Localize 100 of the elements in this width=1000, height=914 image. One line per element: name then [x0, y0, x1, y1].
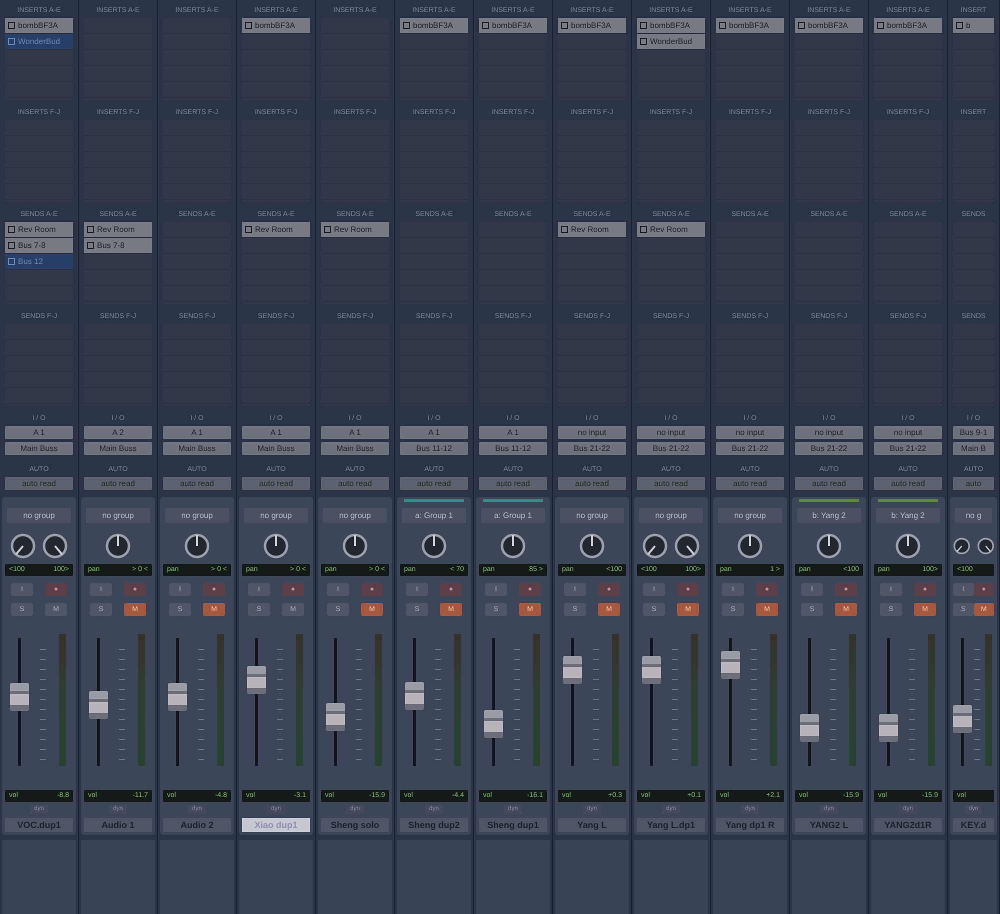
pan-knob-icon[interactable]: [895, 533, 921, 559]
pan-knob-icon[interactable]: [263, 533, 289, 559]
insert-slot[interactable]: bombBF3A: [558, 18, 626, 33]
output-selector[interactable]: Main Buss: [242, 442, 310, 455]
input-selector[interactable]: Bus 9-1: [953, 426, 994, 439]
insert-slot[interactable]: bombBF3A: [716, 18, 784, 33]
group-selector[interactable]: a: Group 1: [402, 508, 466, 523]
fader-handle[interactable]: [562, 656, 582, 684]
insert-slot[interactable]: bombBF3A: [795, 18, 863, 33]
automation-selector[interactable]: auto read: [5, 477, 73, 490]
input-selector[interactable]: A 1: [163, 426, 231, 439]
track-name[interactable]: Yang dp1 R: [716, 818, 784, 832]
output-selector[interactable]: Bus 11-12: [400, 442, 468, 455]
track-name[interactable]: Sheng dup1: [479, 818, 547, 832]
send-slot[interactable]: Rev Room: [558, 222, 626, 237]
output-selector[interactable]: Bus 21-22: [558, 442, 626, 455]
automation-selector[interactable]: auto read: [400, 477, 468, 490]
automation-selector[interactable]: auto: [953, 477, 994, 490]
group-selector[interactable]: no group: [560, 508, 624, 523]
fader-handle[interactable]: [404, 682, 424, 710]
insert-slot[interactable]: bombBF3A: [637, 18, 705, 33]
input-selector[interactable]: A 1: [321, 426, 389, 439]
group-selector[interactable]: b: Yang 2: [797, 508, 861, 523]
send-slot[interactable]: Bus 7-8: [84, 238, 152, 253]
group-selector[interactable]: no group: [7, 508, 71, 523]
automation-selector[interactable]: auto read: [874, 477, 942, 490]
send-slot[interactable]: Bus 7-8: [5, 238, 73, 253]
fader-handle[interactable]: [642, 656, 661, 684]
output-selector[interactable]: Bus 21-22: [795, 442, 863, 455]
fader-handle[interactable]: [246, 666, 266, 694]
pan-knob-icon[interactable]: [105, 533, 131, 559]
output-selector[interactable]: Main Buss: [5, 442, 73, 455]
group-selector[interactable]: b: Yang 2: [876, 508, 940, 523]
insert-slot[interactable]: bombBF3A: [242, 18, 310, 33]
fader-handle[interactable]: [800, 714, 819, 742]
automation-selector[interactable]: auto read: [716, 477, 784, 490]
automation-selector[interactable]: auto read: [84, 477, 152, 490]
track-name[interactable]: Xiao dup1: [242, 818, 310, 832]
input-selector[interactable]: A 1: [242, 426, 310, 439]
automation-selector[interactable]: auto read: [637, 477, 705, 490]
group-selector[interactable]: no group: [323, 508, 387, 523]
output-selector[interactable]: Main Buss: [321, 442, 389, 455]
group-selector[interactable]: no group: [639, 508, 703, 523]
send-slot[interactable]: Rev Room: [637, 222, 705, 237]
automation-selector[interactable]: auto read: [163, 477, 231, 490]
pan-knob-icon[interactable]: [42, 533, 68, 559]
input-selector[interactable]: no input: [874, 426, 942, 439]
send-slot[interactable]: Rev Room: [242, 222, 310, 237]
pan-knob-icon[interactable]: [579, 533, 605, 559]
pan-knob-icon[interactable]: [816, 533, 842, 559]
insert-slot[interactable]: bombBF3A: [874, 18, 942, 33]
output-selector[interactable]: Main B: [953, 442, 994, 455]
send-slot[interactable]: Rev Room: [321, 222, 389, 237]
insert-slot[interactable]: bombBF3A: [5, 18, 73, 33]
output-selector[interactable]: Bus 21-22: [874, 442, 942, 455]
pan-knob-icon[interactable]: [737, 533, 763, 559]
input-selector[interactable]: no input: [558, 426, 626, 439]
track-name[interactable]: Sheng solo: [321, 818, 389, 832]
track-name[interactable]: Sheng dup2: [400, 818, 468, 832]
input-selector[interactable]: no input: [795, 426, 863, 439]
send-slot[interactable]: Rev Room: [5, 222, 73, 237]
fader-handle[interactable]: [484, 710, 503, 738]
fader-handle[interactable]: [326, 703, 345, 732]
pan-knob-icon[interactable]: [642, 533, 668, 559]
track-name[interactable]: Yang L: [558, 818, 626, 832]
insert-slot[interactable]: WonderBud: [637, 34, 705, 49]
group-selector[interactable]: no group: [244, 508, 308, 523]
group-selector[interactable]: a: Group 1: [481, 508, 545, 523]
track-name[interactable]: Audio 2: [163, 818, 231, 832]
track-name[interactable]: YANG2 L: [795, 818, 863, 832]
send-slot[interactable]: Rev Room: [84, 222, 152, 237]
track-name[interactable]: VOC.dup1: [5, 818, 73, 832]
fader-handle[interactable]: [953, 704, 972, 733]
insert-slot[interactable]: bombBF3A: [400, 18, 468, 33]
track-name[interactable]: Yang L.dp1: [637, 818, 705, 832]
input-selector[interactable]: no input: [716, 426, 784, 439]
automation-selector[interactable]: auto read: [479, 477, 547, 490]
fader-handle[interactable]: [88, 690, 108, 719]
insert-slot[interactable]: WonderBud: [5, 34, 73, 49]
automation-selector[interactable]: auto read: [321, 477, 389, 490]
pan-knob-icon[interactable]: [674, 533, 700, 559]
input-selector[interactable]: A 1: [5, 426, 73, 439]
pan-knob-icon[interactable]: [184, 533, 210, 559]
input-selector[interactable]: A 1: [479, 426, 547, 439]
pan-knob-icon[interactable]: [421, 533, 447, 559]
input-selector[interactable]: no input: [637, 426, 705, 439]
fader-handle[interactable]: [168, 682, 187, 711]
output-selector[interactable]: Bus 21-22: [637, 442, 705, 455]
input-selector[interactable]: A 1: [400, 426, 468, 439]
send-slot[interactable]: Bus 12: [5, 254, 73, 269]
input-selector[interactable]: A 2: [84, 426, 152, 439]
group-selector[interactable]: no group: [86, 508, 150, 523]
insert-slot[interactable]: b: [953, 18, 994, 33]
pan-knob-icon[interactable]: [500, 533, 526, 559]
group-selector[interactable]: no group: [718, 508, 782, 523]
output-selector[interactable]: Bus 21-22: [716, 442, 784, 455]
automation-selector[interactable]: auto read: [795, 477, 863, 490]
track-name[interactable]: KEY.d: [953, 818, 994, 832]
insert-slot[interactable]: bombBF3A: [479, 18, 547, 33]
group-selector[interactable]: no group: [165, 508, 229, 523]
